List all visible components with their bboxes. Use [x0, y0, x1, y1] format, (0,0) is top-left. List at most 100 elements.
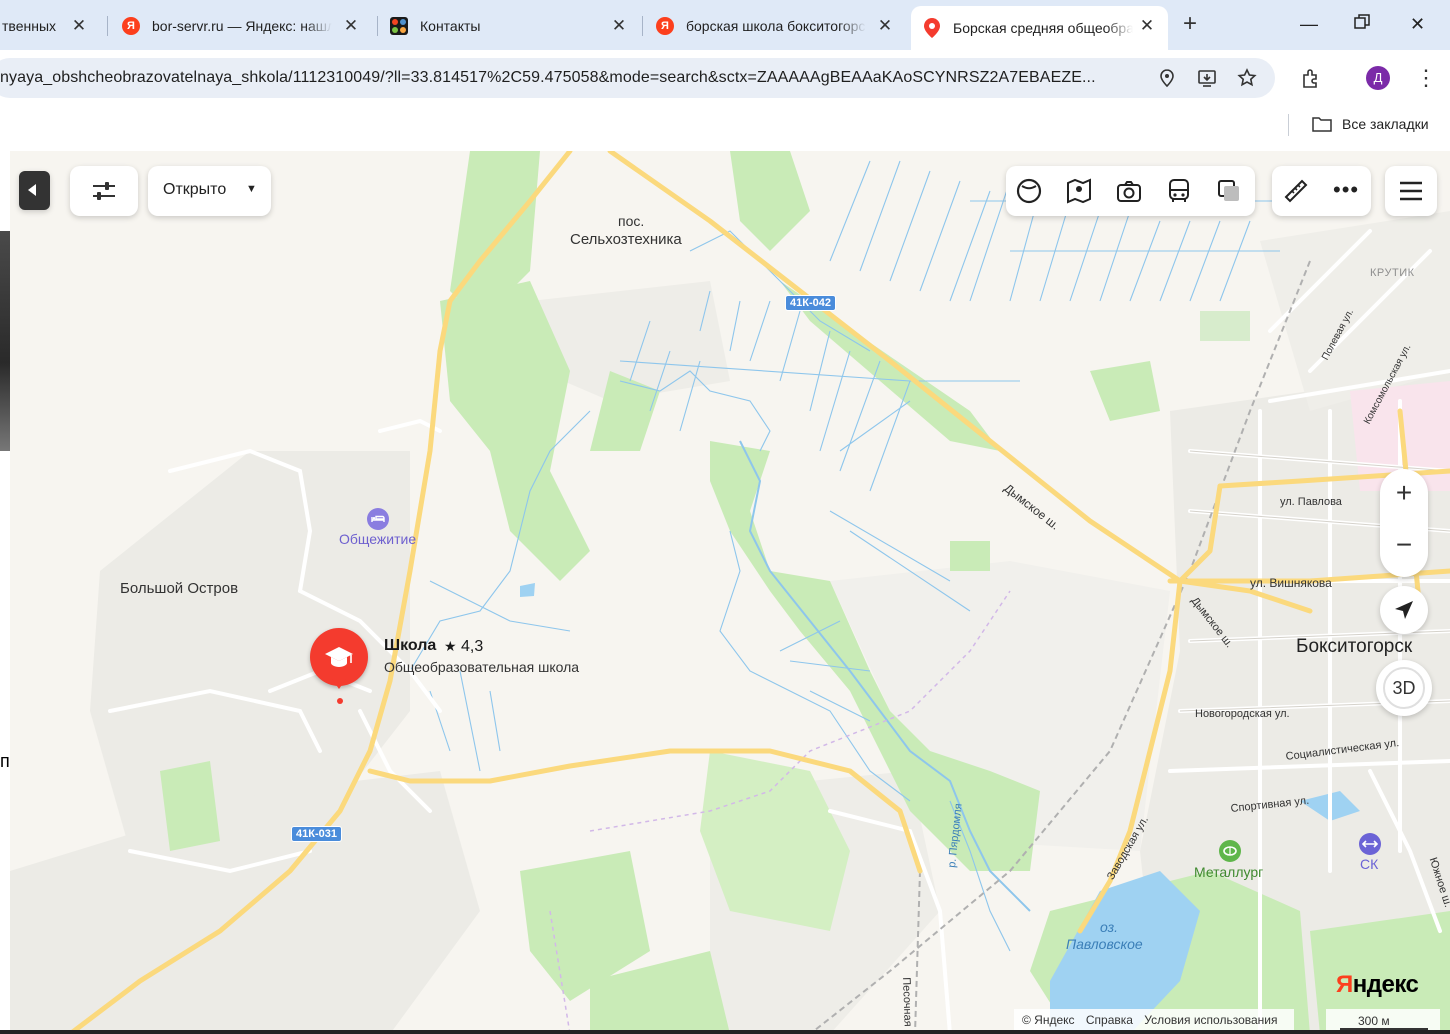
copyright-text[interactable]: © Яндекс: [1022, 1013, 1075, 1027]
location-icon[interactable]: [1157, 68, 1177, 88]
bookmarks-separator: [1288, 114, 1289, 136]
my-location-button[interactable]: [1380, 586, 1428, 634]
street-label-vishnyakova: ул. Вишнякова: [1250, 576, 1332, 590]
tab-title: твенных: [2, 18, 57, 34]
window-bottom-edge: [0, 1030, 1450, 1034]
more-options-icon[interactable]: •••: [1333, 177, 1359, 203]
map-mode-icon[interactable]: [1065, 177, 1093, 205]
road-badge-41k042: 41К-042: [785, 295, 836, 311]
yandex-logo[interactable]: Яндекс: [1336, 971, 1419, 999]
hamburger-menu-icon: [1400, 181, 1422, 201]
sliders-icon: [93, 182, 115, 200]
bed-icon: [367, 508, 389, 530]
place-rating-value: 4,3: [461, 638, 484, 655]
graduation-cap-icon: [325, 647, 353, 667]
zoom-control: + −: [1380, 469, 1428, 577]
street-label-pavlova: ул. Павлова: [1280, 496, 1342, 508]
tab-separator: [377, 16, 378, 36]
browser-toolbar: nyaya_obshcheobrazovatelnaya_shkola/1112…: [0, 50, 1450, 106]
panel-image-fragment: [0, 231, 10, 451]
map-label-sk: СК: [1360, 856, 1379, 872]
map-label-lake-prefix: оз.: [1100, 919, 1119, 935]
restore-icon[interactable]: [1354, 12, 1370, 36]
left-panel-edge: п: [0, 151, 10, 1034]
profile-avatar[interactable]: Д: [1366, 66, 1390, 90]
bookmarks-bar: [0, 106, 1450, 150]
place-name[interactable]: Школа: [384, 637, 436, 655]
yandex-logo-rest: ндекс: [1352, 971, 1419, 998]
install-app-icon[interactable]: [1197, 68, 1217, 88]
minimize-icon[interactable]: —: [1300, 12, 1318, 36]
tab-5-active[interactable]: Борская средняя общеобразовательная ✕: [911, 6, 1168, 50]
map-label-lake: Павловское: [1066, 936, 1143, 952]
joomla-favicon-icon: [390, 17, 408, 35]
terms-link[interactable]: Условия использования: [1144, 1013, 1277, 1027]
new-tab-button[interactable]: +: [1183, 12, 1197, 36]
metallurg-poi[interactable]: [1219, 840, 1241, 867]
close-icon[interactable]: ✕: [1138, 17, 1156, 35]
scale-label: 300 м: [1358, 1014, 1390, 1028]
tab-title: борская школа бокситогорск: [686, 18, 866, 34]
tab-2[interactable]: Я bor-servr.ru — Яндекс: нашлось ✕: [122, 6, 372, 46]
place-category: Общеобразовательная школа: [384, 659, 580, 675]
street-label-pesochnaya: Песочная: [900, 977, 914, 1027]
map-label-hostel: Общежитие: [339, 531, 417, 547]
map-label-krutik: КРУТИК: [1370, 267, 1415, 279]
main-menu-button[interactable]: [1385, 166, 1437, 216]
yandex-favicon-icon: Я: [656, 17, 674, 35]
bookmark-star-icon[interactable]: [1237, 68, 1257, 88]
school-marker[interactable]: [310, 628, 368, 686]
sport-icon: [1359, 833, 1381, 855]
help-link[interactable]: Справка: [1086, 1013, 1133, 1027]
3d-mode-button[interactable]: 3D: [1376, 660, 1432, 716]
panorama-sphere-icon[interactable]: [1015, 177, 1043, 205]
url-text[interactable]: nyaya_obshcheobrazovatelnaya_shkola/1112…: [0, 58, 1140, 98]
street-label-novgorodskaya: Новогородская ул.: [1195, 708, 1290, 720]
browser-menu-icon[interactable]: ⋮: [1415, 66, 1437, 90]
close-icon[interactable]: ✕: [876, 17, 894, 35]
school-marker-point: [337, 698, 343, 704]
close-window-icon[interactable]: ✕: [1410, 12, 1425, 36]
maps-pin-favicon-icon: [923, 18, 941, 38]
yandex-favicon-icon: Я: [122, 17, 140, 35]
tab-4[interactable]: Я борская школа бокситогорск ✕: [656, 6, 906, 46]
extensions-icon[interactable]: [1300, 68, 1322, 90]
map-canvas[interactable]: пос. Сельхозтехника Большой Остров Общеж…: [10, 151, 1450, 1034]
close-icon[interactable]: ✕: [70, 17, 88, 35]
close-icon[interactable]: ✕: [610, 17, 628, 35]
filters-button[interactable]: [70, 166, 138, 216]
zoom-out-button[interactable]: −: [1380, 531, 1428, 559]
map-label-bolshoy-ostrov: Большой Остров: [120, 580, 239, 597]
open-status-filter[interactable]: Открыто ▼: [148, 166, 271, 216]
dropdown-arrow-icon: ▼: [246, 183, 257, 195]
collapse-panel-button[interactable]: [19, 171, 50, 210]
layers-toolbar: [1006, 166, 1255, 216]
map-label-settlement: Сельхозтехника: [570, 231, 682, 248]
stadium-icon: [1219, 840, 1241, 862]
map-label-metallurg: Металлург: [1194, 864, 1264, 880]
tab-3[interactable]: Контакты ✕: [390, 6, 640, 46]
tab-separator: [107, 16, 108, 36]
chevron-left-icon: [28, 184, 36, 196]
road-badge-41k031: 41К-031: [291, 826, 342, 842]
tab-separator: [642, 16, 643, 36]
map-label-town: Бокситогорск: [1296, 636, 1413, 657]
tab-1[interactable]: твенных ✕: [0, 6, 100, 46]
place-rating: ★ 4,3: [444, 638, 483, 656]
photo-camera-icon[interactable]: [1115, 177, 1143, 205]
all-bookmarks-button[interactable]: Все закладки: [1312, 116, 1429, 132]
folder-icon: [1312, 117, 1332, 132]
layers-icon[interactable]: [1215, 177, 1243, 205]
yandex-logo-letter: Я: [1336, 971, 1353, 998]
ruler-icon[interactable]: [1282, 177, 1310, 205]
zoom-in-button[interactable]: +: [1380, 479, 1428, 507]
navigation-arrow-icon: [1395, 601, 1413, 619]
close-icon[interactable]: ✕: [342, 17, 360, 35]
bus-transit-icon[interactable]: [1165, 177, 1193, 205]
address-bar[interactable]: nyaya_obshcheobrazovatelnaya_shkola/1112…: [0, 58, 1275, 98]
3d-label: 3D: [1383, 667, 1425, 709]
tab-title: Борская средняя общеобразовательная: [953, 20, 1133, 36]
tab-title: Контакты: [420, 18, 481, 34]
panel-text-fragment: п: [0, 751, 10, 771]
tools-toolbar: •••: [1272, 166, 1371, 216]
